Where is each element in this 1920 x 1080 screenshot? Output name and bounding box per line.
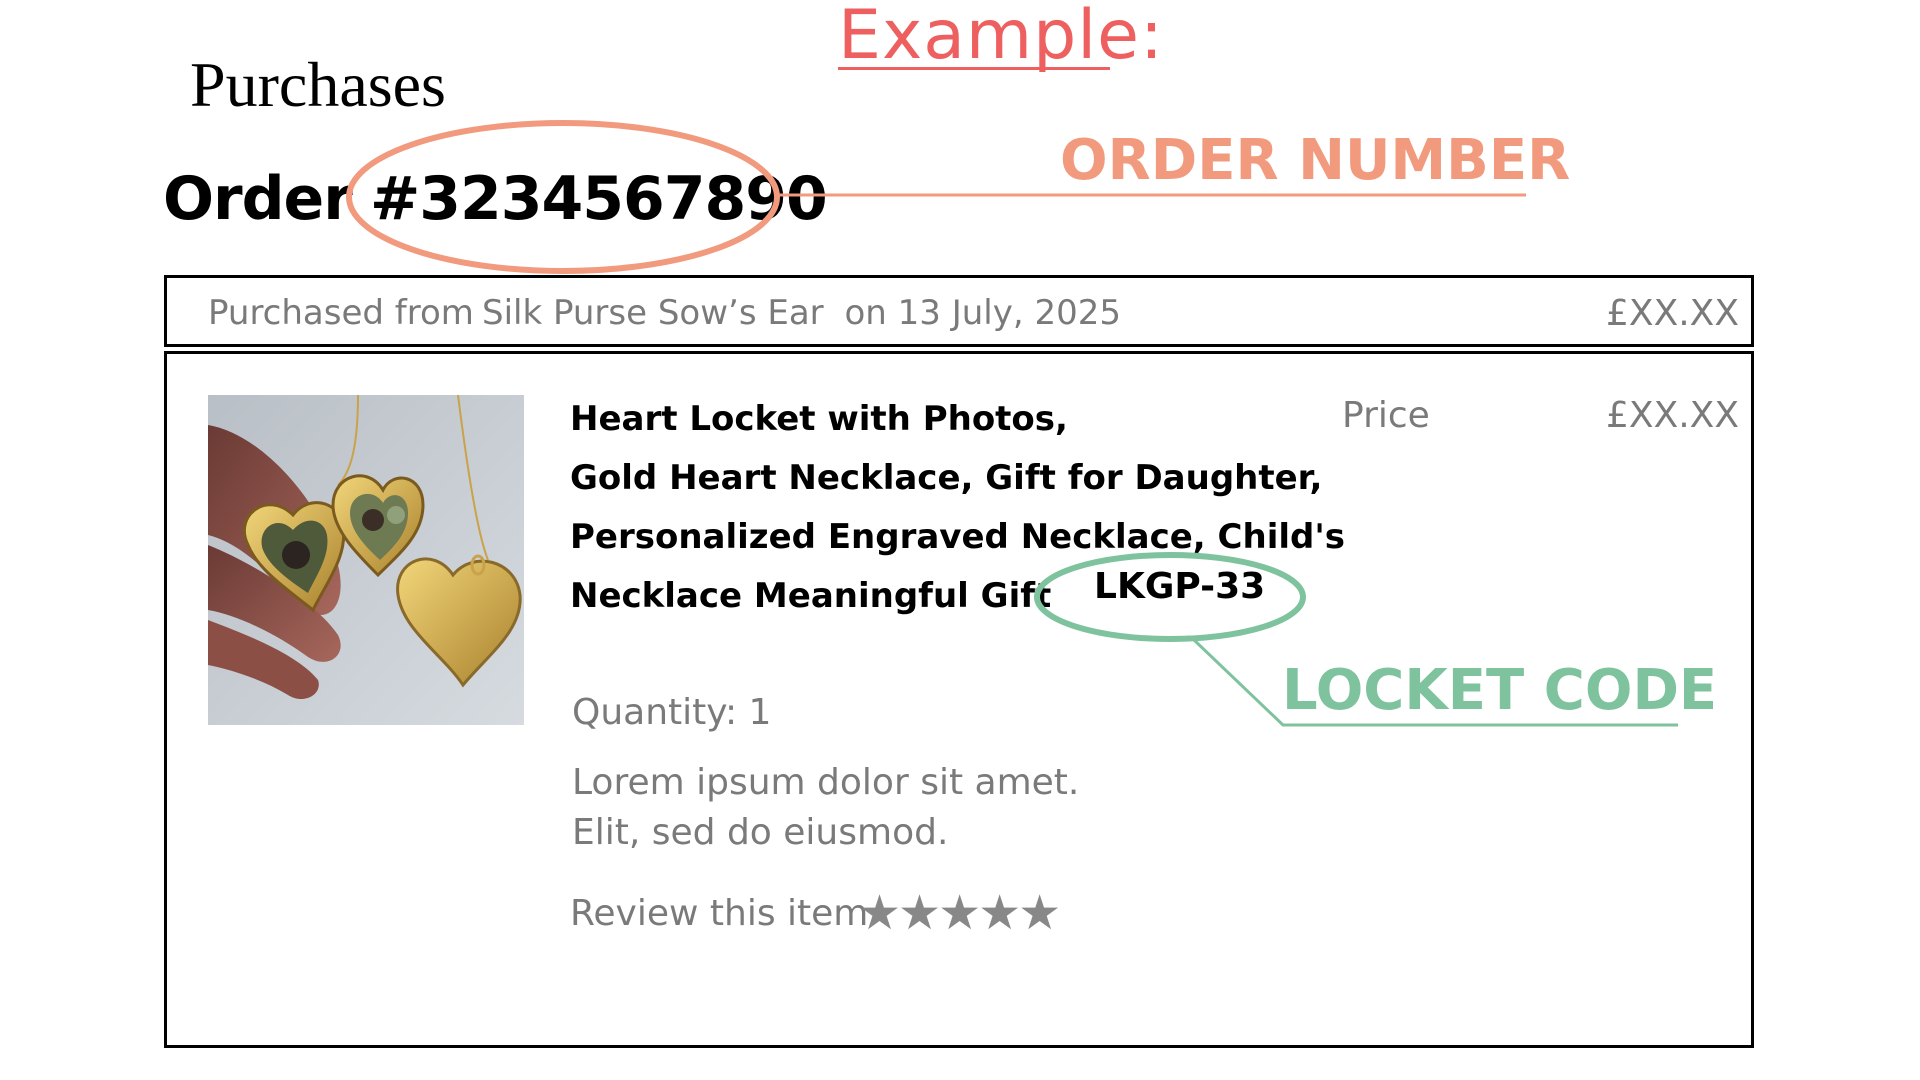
item-description-line: Elit, sed do eiusmod. [572, 812, 949, 853]
order-label: Order [163, 164, 353, 234]
purchase-date: on 13 July, 2025 [844, 293, 1121, 333]
product-image[interactable] [208, 395, 524, 725]
product-title-line: Heart Locket with Photos, [570, 399, 1068, 439]
star-rating[interactable]: ★★★★★ [858, 885, 1061, 941]
purchased-from-label: Purchased from [208, 293, 474, 333]
heart-locket-photo-icon [208, 395, 524, 725]
order-number-callout-label: ORDER NUMBER [1060, 128, 1571, 193]
quantity-text: Quantity: 1 [572, 692, 772, 733]
order-number: #3234567890 [370, 164, 828, 234]
product-title-line: Personalized Engraved Necklace, Child's [570, 517, 1345, 557]
review-this-item-link[interactable]: Review this item [570, 893, 868, 934]
price-label: Price [1342, 395, 1430, 436]
example-underline [838, 67, 1110, 70]
order-total: £XX.XX [1606, 293, 1739, 334]
item-description-line: Lorem ipsum dolor sit amet. [572, 762, 1080, 803]
star-icon[interactable]: ★ [1018, 885, 1061, 941]
star-icon[interactable]: ★ [858, 885, 901, 941]
example-heading: Example: [838, 0, 1164, 75]
star-icon[interactable]: ★ [898, 885, 941, 941]
shop-and-date: Silk Purse Sow’s Ear on 13 July, 2025 [482, 293, 1121, 333]
locket-code: LKGP-33 [1094, 566, 1266, 607]
star-icon[interactable]: ★ [978, 885, 1021, 941]
price-value: £XX.XX [1606, 395, 1739, 436]
page-title: Purchases [190, 49, 446, 120]
product-title-line: Gold Heart Necklace, Gift for Daughter, [570, 458, 1323, 498]
purchases-page: Example: Purchases Order #3234567890 ORD… [0, 0, 1920, 1080]
shop-name-link[interactable]: Silk Purse Sow’s Ear [482, 293, 824, 333]
star-icon[interactable]: ★ [938, 885, 981, 941]
